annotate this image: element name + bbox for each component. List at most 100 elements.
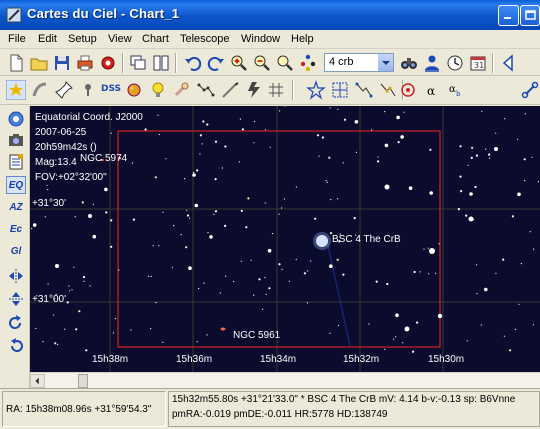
show-milkyway-button[interactable] bbox=[220, 80, 240, 100]
star bbox=[202, 120, 205, 123]
menu-setup[interactable]: Setup bbox=[68, 33, 97, 45]
star bbox=[110, 245, 113, 248]
menu-file[interactable]: File bbox=[8, 33, 26, 45]
show-comets-button[interactable] bbox=[172, 80, 192, 100]
print-button[interactable] bbox=[75, 53, 95, 73]
flip-vertical-button[interactable] bbox=[6, 289, 26, 309]
galactic-mode-button[interactable]: Gl bbox=[6, 242, 26, 260]
show-objects-button[interactable] bbox=[378, 80, 398, 100]
star bbox=[537, 181, 539, 183]
star bbox=[155, 302, 157, 304]
star bbox=[435, 272, 437, 274]
menu-window[interactable]: Window bbox=[241, 33, 280, 45]
window-tile-button[interactable] bbox=[151, 53, 171, 73]
rotate-right-button[interactable] bbox=[6, 313, 26, 333]
sky-chart[interactable]: Equatorial Coord. J2000 2007-06-25 20h59… bbox=[30, 106, 540, 372]
status-cursor-pane: RA: 15h38m08.96s +31°59'54.3" bbox=[2, 391, 166, 427]
minimize-button[interactable] bbox=[498, 5, 519, 26]
star bbox=[85, 349, 88, 352]
galaxy-ngc5961-marker[interactable] bbox=[220, 327, 226, 331]
scroll-left-button[interactable] bbox=[30, 374, 45, 388]
globe-gear-icon bbox=[8, 111, 24, 127]
equatorial-mode-button[interactable]: EQ bbox=[6, 176, 26, 194]
ra-label-15h36m: 15h36m bbox=[176, 354, 213, 365]
azimuthal-mode-button[interactable]: AZ bbox=[6, 198, 26, 216]
window-cascade-button[interactable] bbox=[128, 53, 148, 73]
calendar-button[interactable]: 31 bbox=[468, 53, 488, 73]
chart-settings-button[interactable] bbox=[6, 109, 26, 129]
star bbox=[281, 207, 283, 209]
maximize-button[interactable] bbox=[520, 5, 540, 26]
save-button[interactable] bbox=[52, 53, 72, 73]
find-button[interactable] bbox=[399, 53, 419, 73]
star bbox=[288, 280, 290, 282]
link-button[interactable] bbox=[520, 80, 540, 100]
observer-button[interactable] bbox=[422, 53, 442, 73]
star bbox=[412, 350, 415, 353]
star bbox=[467, 164, 469, 166]
zoom-in-button[interactable] bbox=[229, 53, 249, 73]
star bbox=[154, 176, 157, 179]
time-button[interactable] bbox=[445, 53, 465, 73]
prev-button[interactable] bbox=[498, 53, 518, 73]
alpha-beta-button[interactable]: αb bbox=[446, 80, 466, 100]
stars-lines-icon bbox=[380, 83, 396, 97]
sky-chart-canvas[interactable] bbox=[30, 106, 540, 372]
show-horizon-button[interactable] bbox=[306, 80, 326, 100]
star bbox=[495, 132, 497, 134]
show-marks-button[interactable] bbox=[354, 80, 374, 100]
show-pictures-button[interactable] bbox=[78, 80, 98, 100]
alpha-icon: α bbox=[427, 84, 435, 98]
menu-telescope[interactable]: Telescope bbox=[180, 33, 230, 45]
undo-button[interactable] bbox=[183, 53, 203, 73]
list-button[interactable] bbox=[6, 152, 26, 172]
combo-dropdown-arrow[interactable] bbox=[377, 54, 393, 71]
star-magnitude-button[interactable] bbox=[298, 53, 318, 73]
star bbox=[199, 134, 202, 137]
ecliptic-mode-button[interactable]: Ec bbox=[6, 220, 26, 238]
constellation-line bbox=[326, 240, 351, 347]
menu-view[interactable]: View bbox=[108, 33, 132, 45]
open-button[interactable] bbox=[29, 53, 49, 73]
zoom-fov-button[interactable] bbox=[275, 53, 295, 73]
show-boundaries-button[interactable] bbox=[244, 80, 264, 100]
menu-edit[interactable]: Edit bbox=[38, 33, 57, 45]
zoom-out-button[interactable] bbox=[252, 53, 272, 73]
show-asteroids-button[interactable] bbox=[148, 80, 168, 100]
rotate-left-button[interactable] bbox=[6, 336, 26, 356]
show-grid-button[interactable] bbox=[266, 80, 286, 100]
scroll-thumb[interactable] bbox=[78, 374, 88, 388]
star bbox=[386, 282, 389, 286]
search-combo[interactable]: 4 crb bbox=[324, 53, 394, 72]
star bbox=[325, 180, 327, 182]
camera-button[interactable] bbox=[6, 130, 26, 150]
camera-icon bbox=[9, 134, 23, 146]
star bbox=[162, 211, 164, 213]
show-stars-button[interactable] bbox=[5, 79, 27, 101]
new-chart-button[interactable] bbox=[6, 53, 26, 73]
show-nebulae-button[interactable] bbox=[30, 80, 50, 100]
star bbox=[118, 269, 120, 271]
setup-button[interactable] bbox=[98, 53, 118, 73]
chart-horizontal-scrollbar[interactable] bbox=[30, 372, 540, 388]
show-lines-button[interactable] bbox=[54, 80, 74, 100]
target-button[interactable] bbox=[398, 80, 418, 100]
new-document-icon bbox=[10, 54, 23, 72]
flip-horizontal-button[interactable] bbox=[6, 266, 26, 286]
show-planets-button[interactable] bbox=[124, 80, 144, 100]
star bbox=[457, 208, 460, 211]
redo-button[interactable] bbox=[206, 53, 226, 73]
alpha-button[interactable]: α bbox=[422, 80, 442, 100]
show-label-button[interactable] bbox=[330, 80, 350, 100]
star bbox=[264, 129, 266, 131]
star bbox=[524, 113, 526, 115]
show-constellation-lines-button[interactable] bbox=[196, 80, 216, 100]
dss-button[interactable]: DSS bbox=[100, 80, 122, 100]
star bbox=[186, 209, 188, 211]
menu-help[interactable]: Help bbox=[291, 33, 314, 45]
menu-chart[interactable]: Chart bbox=[142, 33, 169, 45]
open-folder-icon bbox=[30, 58, 48, 71]
star bbox=[89, 285, 91, 287]
star bbox=[165, 158, 167, 160]
chart-info-date: 2007-06-25 bbox=[35, 127, 87, 138]
